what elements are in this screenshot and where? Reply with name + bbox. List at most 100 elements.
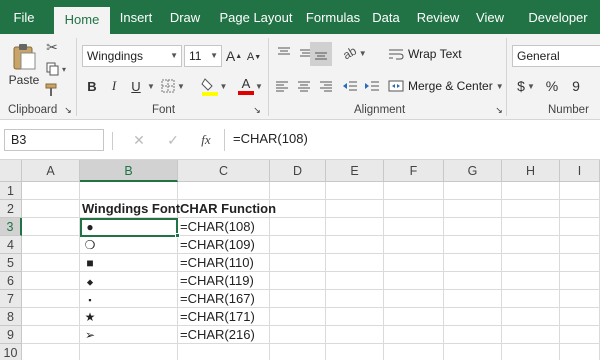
- grid-cell[interactable]: [270, 218, 326, 236]
- grid-cell[interactable]: [502, 344, 560, 360]
- clipboard-launcher-icon[interactable]: ↘: [63, 104, 73, 116]
- grid-cell[interactable]: [444, 254, 502, 272]
- row-header-8[interactable]: 8: [0, 308, 22, 326]
- column-header-a[interactable]: A: [22, 160, 80, 182]
- grid-cell[interactable]: [270, 326, 326, 344]
- percent-button[interactable]: %: [544, 76, 560, 96]
- align-bottom-button[interactable]: [310, 42, 332, 66]
- grid-cell[interactable]: [80, 182, 178, 200]
- cell-c9[interactable]: =CHAR(216): [178, 326, 270, 344]
- grid-cell[interactable]: [326, 308, 384, 326]
- row-header-2[interactable]: 2: [0, 200, 22, 218]
- grid-cell[interactable]: [502, 200, 560, 218]
- cell-b4[interactable]: ❍: [80, 236, 178, 254]
- tab-insert[interactable]: Insert: [114, 8, 158, 34]
- column-header-g[interactable]: G: [444, 160, 502, 182]
- grid-cell[interactable]: [326, 200, 384, 218]
- grid-cell[interactable]: [444, 290, 502, 308]
- grid-cell[interactable]: [384, 200, 444, 218]
- align-top-button[interactable]: [274, 42, 294, 64]
- grid-cell[interactable]: [444, 182, 502, 200]
- grid-cell[interactable]: [326, 218, 384, 236]
- merge-center-button[interactable]: Merge & Center ▼: [388, 76, 506, 96]
- currency-button[interactable]: $ ▼: [514, 76, 538, 96]
- cell-b5[interactable]: ■: [80, 254, 178, 272]
- column-header-e[interactable]: E: [326, 160, 384, 182]
- grid-cell[interactable]: [22, 308, 80, 326]
- grid-cell[interactable]: [178, 344, 270, 360]
- grid-cell[interactable]: [326, 344, 384, 360]
- grid-cell[interactable]: [22, 254, 80, 272]
- grid-cell[interactable]: [444, 272, 502, 290]
- font-name-select[interactable]: Wingdings ▼: [82, 45, 182, 67]
- grid-cell[interactable]: [444, 326, 502, 344]
- grid-cell[interactable]: [22, 182, 80, 200]
- tab-page-layout[interactable]: Page Layout: [214, 8, 298, 34]
- tab-review[interactable]: Review: [414, 8, 462, 34]
- grid-cell[interactable]: [502, 290, 560, 308]
- column-header-b[interactable]: B: [80, 160, 178, 182]
- cell-c6[interactable]: =CHAR(119): [178, 272, 270, 290]
- formula-input[interactable]: =CHAR(108): [224, 129, 600, 151]
- alignment-launcher-icon[interactable]: ↘: [494, 104, 504, 116]
- row-header-4[interactable]: 4: [0, 236, 22, 254]
- name-box[interactable]: B3: [4, 129, 104, 151]
- cell-c7[interactable]: =CHAR(167): [178, 290, 270, 308]
- grid-cell[interactable]: [560, 326, 600, 344]
- grid-cell[interactable]: [444, 344, 502, 360]
- grid-cell[interactable]: [270, 236, 326, 254]
- chevron-down-icon[interactable]: ▼: [254, 80, 264, 92]
- grid-cell[interactable]: [502, 182, 560, 200]
- increase-font-size-button[interactable]: A ▲: [226, 46, 242, 66]
- decrease-indent-button[interactable]: [340, 76, 360, 96]
- row-header-9[interactable]: 9: [0, 326, 22, 344]
- grid-cell[interactable]: [384, 290, 444, 308]
- grid-cell[interactable]: [560, 308, 600, 326]
- copy-button[interactable]: ▾: [44, 60, 68, 78]
- grid-cell[interactable]: [22, 272, 80, 290]
- tab-data[interactable]: Data: [368, 8, 404, 34]
- row-header-10[interactable]: 10: [0, 344, 22, 360]
- tab-formulas[interactable]: Formulas: [300, 8, 366, 34]
- grid-cell[interactable]: [502, 326, 560, 344]
- worksheet-grid[interactable]: A B C D E F G H I 1 2 3 4 5 6 7 8 9 10 W…: [0, 160, 600, 360]
- row-header-5[interactable]: 5: [0, 254, 22, 272]
- grid-cell[interactable]: [444, 218, 502, 236]
- grid-cell[interactable]: [502, 236, 560, 254]
- cell-b7[interactable]: ▪: [80, 290, 178, 308]
- bold-button[interactable]: B: [84, 76, 100, 96]
- grid-cell[interactable]: [22, 200, 80, 218]
- grid-cell[interactable]: [384, 272, 444, 290]
- grid-cell[interactable]: [22, 236, 80, 254]
- grid-cell[interactable]: [270, 344, 326, 360]
- column-header-i[interactable]: I: [560, 160, 600, 182]
- grid-cell[interactable]: [444, 308, 502, 326]
- grid-cell[interactable]: [560, 290, 600, 308]
- column-header-f[interactable]: F: [384, 160, 444, 182]
- grid-cell[interactable]: [270, 272, 326, 290]
- cell-c2[interactable]: CHAR Function: [178, 200, 276, 218]
- grid-cell[interactable]: [80, 344, 178, 360]
- grid-cell[interactable]: [270, 182, 326, 200]
- grid-cell[interactable]: [502, 308, 560, 326]
- comma-style-button[interactable]: 9: [568, 76, 584, 96]
- grid-cell[interactable]: [326, 236, 384, 254]
- cut-button[interactable]: ✂: [44, 38, 60, 56]
- tab-home[interactable]: Home: [54, 7, 110, 34]
- grid-cell[interactable]: [326, 326, 384, 344]
- grid-cell[interactable]: [384, 344, 444, 360]
- grid-cell[interactable]: [384, 326, 444, 344]
- cell-c4[interactable]: =CHAR(109): [178, 236, 270, 254]
- italic-button[interactable]: I: [106, 76, 122, 96]
- row-header-1[interactable]: 1: [0, 182, 22, 200]
- grid-cell[interactable]: [560, 254, 600, 272]
- grid-cell[interactable]: [560, 236, 600, 254]
- decrease-font-size-button[interactable]: A ▼: [246, 48, 262, 66]
- grid-cell[interactable]: [22, 290, 80, 308]
- grid-cell[interactable]: [384, 182, 444, 200]
- borders-button[interactable]: ▼: [160, 76, 186, 96]
- grid-cell[interactable]: [270, 308, 326, 326]
- align-right-button[interactable]: [316, 76, 336, 96]
- font-launcher-icon[interactable]: ↘: [252, 104, 262, 116]
- number-format-select[interactable]: General: [512, 45, 600, 67]
